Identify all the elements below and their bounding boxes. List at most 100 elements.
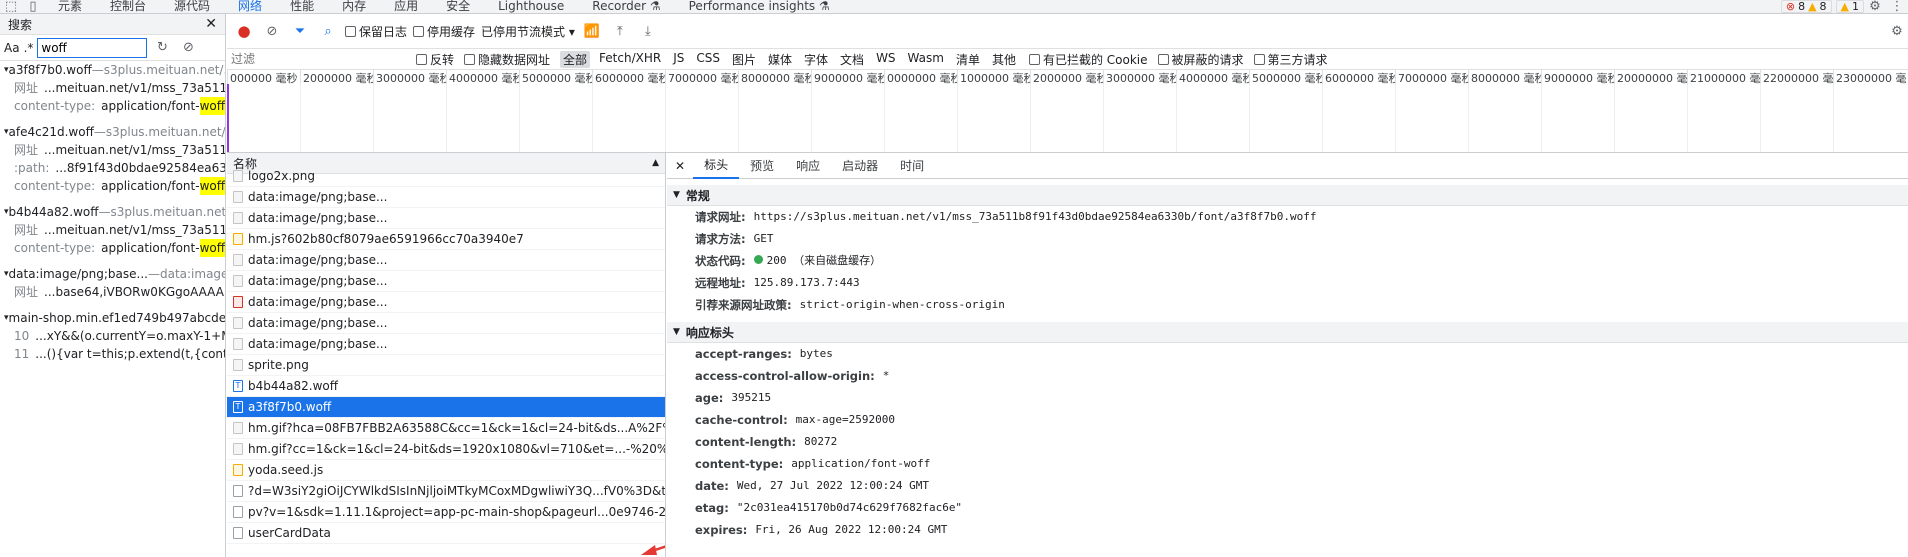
export-icon[interactable]: ⤓ <box>637 24 659 39</box>
record-icon[interactable]: ● <box>233 22 255 40</box>
tab-3[interactable]: 网络 <box>224 0 277 13</box>
request-row[interactable]: Tb4b44a82.woff <box>227 376 665 397</box>
tab-2[interactable]: 源代码 <box>160 0 224 13</box>
timeline-tick: 8000000 毫秒 <box>1468 70 1541 84</box>
tab-10[interactable]: Performance insights ⚗ <box>675 0 844 13</box>
response-headers-section-header[interactable]: ▼ 响应标头 <box>667 322 1908 343</box>
search-result-header[interactable]: ▾ data:image/png;base... — data:image... <box>4 265 225 283</box>
tab-5[interactable]: 内存 <box>328 0 380 13</box>
refresh-icon[interactable]: ↻ <box>151 40 173 55</box>
type-filter[interactable]: 其他 <box>989 51 1019 68</box>
disable-cache-checkbox[interactable]: 停用缓存 <box>413 23 475 40</box>
blocked-requests-checkbox[interactable]: 被屏蔽的请求 <box>1157 51 1244 68</box>
gear-icon[interactable]: ⚙ <box>1864 0 1886 13</box>
request-row[interactable]: data:image/png;base... <box>227 250 665 271</box>
type-filter[interactable]: 图片 <box>729 51 759 68</box>
filter-icon[interactable]: ⏷ <box>289 24 311 39</box>
close-detail-icon[interactable]: ✕ <box>675 159 685 173</box>
request-row[interactable]: data:image/png;base... <box>227 313 665 334</box>
detail-tab-0[interactable]: 标头 <box>693 153 740 179</box>
tab-6[interactable]: 应用 <box>380 0 432 13</box>
search-match-line[interactable]: 网址...meituan.net/v1/mss_73a511b... <box>4 79 225 97</box>
detail-tab-1[interactable]: 预览 <box>739 154 785 178</box>
request-row[interactable]: logo2x.png <box>227 166 665 187</box>
search-match-line[interactable]: 11...(){var t=this;p.extend(t,{controll.… <box>4 345 225 363</box>
hide-data-urls-checkbox[interactable]: 隐藏数据网址 <box>464 51 550 68</box>
tab-0[interactable]: 元素 <box>44 0 96 13</box>
network-conditions-icon[interactable]: 📶 <box>581 24 603 39</box>
filter-input[interactable] <box>231 50 406 68</box>
request-row[interactable]: yoda.seed.js <box>227 460 665 481</box>
search-result-header[interactable]: ▾ b4b44a82.woff — s3plus.meituan.net... <box>4 203 225 221</box>
search-result-header[interactable]: ▾ afe4c21d.woff — s3plus.meituan.net/... <box>4 123 225 141</box>
timeline-overview[interactable]: 000000 毫秒 2000000 毫秒 3000000 毫秒 4000000 毫秒 5… <box>227 70 1908 153</box>
warning-icon: ▲ <box>1808 0 1817 13</box>
request-row[interactable]: sprite.png <box>227 355 665 376</box>
search-match-line[interactable]: content-type: application/font-woff <box>4 97 225 115</box>
type-filter[interactable]: JS <box>670 51 687 68</box>
request-row[interactable]: ?d=W3siY2giOiJCYWlkdSIsInNjljoiMTkyMCoxM… <box>227 481 665 502</box>
search-icon[interactable]: ⌕ <box>317 24 339 39</box>
search-match-line[interactable]: 网址 ...base64,iVBORw0KGgoAAAAN... <box>4 283 225 301</box>
match-case-button[interactable]: Aa <box>4 41 20 55</box>
type-filter[interactable]: Wasm <box>905 51 947 68</box>
search-match-line[interactable]: 10 ...xY&&(o.currentY=o.maxY-1+M... <box>4 327 225 345</box>
request-row[interactable]: data:image/png;base... <box>227 271 665 292</box>
tab-9[interactable]: Recorder ⚗ <box>578 0 674 13</box>
type-filter[interactable]: WS <box>873 51 898 68</box>
device-toggle-icon[interactable]: ▯ <box>22 0 44 13</box>
third-party-checkbox[interactable]: 第三方请求 <box>1253 51 1328 68</box>
blocked-cookies-checkbox[interactable]: 有已拦截的 Cookie <box>1028 51 1148 68</box>
network-settings-icon[interactable]: ⚙ <box>1886 24 1908 39</box>
general-row: 请求方法: GET <box>695 232 774 246</box>
search-match-line[interactable]: content-type: application/font-woff <box>4 177 225 195</box>
detail-tab-4[interactable]: 时间 <box>889 154 935 178</box>
inspect-icon[interactable]: ⬚ <box>0 0 22 13</box>
type-filter[interactable]: 清单 <box>953 51 983 68</box>
request-row[interactable]: hm.gif?cc=1&ck=1&cl=24-bit&ds=1920x1080&… <box>227 439 665 460</box>
search-match-line[interactable]: 网址...meituan.net/v1/mss_73a511b... <box>4 221 225 239</box>
regex-button[interactable]: .* <box>24 41 34 55</box>
throttle-select[interactable]: 已停用节流模式 ▾ <box>481 23 575 40</box>
sort-up-icon[interactable]: ▲ <box>652 158 659 168</box>
search-result-header[interactable]: ▾ main-shop.min.ef1ed749b497abcde0... <box>4 309 225 327</box>
request-row[interactable]: data:image/png;base... <box>227 292 665 313</box>
general-section-header[interactable]: ▼ 常规 <box>667 185 1908 206</box>
info-badge[interactable]: ▲ 1 <box>1835 0 1864 13</box>
search-match-line[interactable]: content-type: application/font-woff <box>4 239 225 257</box>
request-row[interactable]: Ta3f8f7b0.woff <box>227 397 665 418</box>
detail-tab-3[interactable]: 启动器 <box>831 154 889 178</box>
type-filter[interactable]: 全部 <box>560 50 591 68</box>
response-header-row: cache-control: max-age=2592000 <box>695 413 896 427</box>
tab-1[interactable]: 控制台 <box>96 0 160 13</box>
import-icon[interactable]: ⤒ <box>609 24 631 39</box>
clear-log-icon[interactable]: ⊘ <box>261 24 283 39</box>
request-row[interactable]: hm.gif?hca=08FB7FBB2A63588C&cc=1&ck=1&cl… <box>227 418 665 439</box>
close-icon[interactable]: ✕ <box>205 16 217 32</box>
clear-icon[interactable]: ⊘ <box>177 40 199 55</box>
request-row[interactable]: data:image/png;base... <box>227 187 665 208</box>
type-filter[interactable]: 媒体 <box>765 51 795 68</box>
type-filter[interactable]: CSS <box>693 51 723 68</box>
type-filter[interactable]: 文档 <box>837 51 867 68</box>
invert-checkbox[interactable]: 反转 <box>416 51 454 68</box>
search-result-header[interactable]: ▾ a3f8f7b0.woff — s3plus.meituan.net/... <box>4 61 225 79</box>
search-input[interactable] <box>37 37 148 58</box>
request-row[interactable]: data:image/png;base... <box>227 208 665 229</box>
tab-8[interactable]: Lighthouse <box>484 0 578 13</box>
request-row[interactable]: hm.js?602b80cf8079ae6591966cc70a3940e7 <box>227 229 665 250</box>
preserve-log-checkbox[interactable]: 保留日志 <box>345 23 407 40</box>
request-row[interactable]: data:image/png;base... <box>227 334 665 355</box>
tab-4[interactable]: 性能 <box>276 0 328 13</box>
tab-7[interactable]: 安全 <box>432 0 484 13</box>
type-filter[interactable]: Fetch/XHR <box>596 51 664 68</box>
request-row[interactable]: pv?v=1&sdk=1.11.1&project=app-pc-main-sh… <box>227 502 665 523</box>
error-icon: ⊗ <box>1785 0 1796 13</box>
detail-tab-2[interactable]: 响应 <box>785 154 831 178</box>
search-match-line[interactable]: :path:...8f91f43d0bdae92584ea6330... <box>4 159 225 177</box>
type-filter[interactable]: 字体 <box>801 51 831 68</box>
request-row[interactable]: userCardData <box>227 523 665 544</box>
issue-badges[interactable]: ⊗ 8 ▲ 8 <box>1780 0 1832 13</box>
search-match-line[interactable]: 网址...meituan.net/v1/mss_73a511b... <box>4 141 225 159</box>
more-menu-icon[interactable]: ⋮ <box>1886 0 1908 13</box>
